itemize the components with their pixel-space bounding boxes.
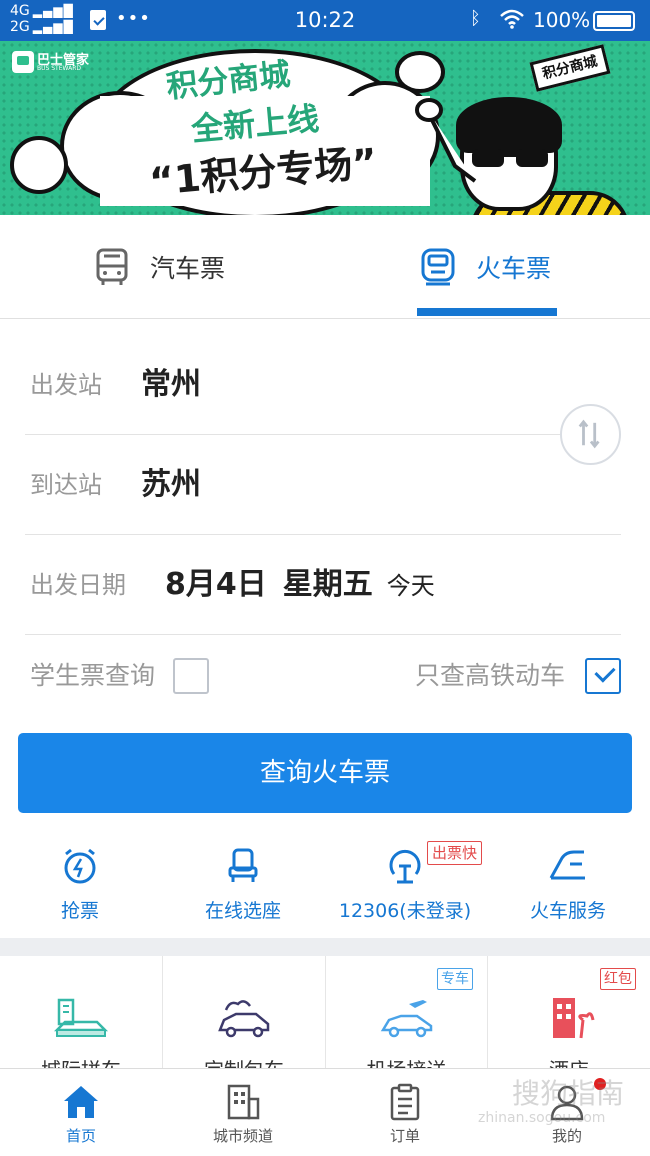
logo-subtitle: BUS STEWARD	[37, 65, 81, 72]
departure-date-row[interactable]: 出发日期 8月4日 星期五 今天	[25, 535, 621, 635]
quick-action-label: 在线选座	[204, 900, 281, 922]
search-train-tickets-button[interactable]: 查询火车票	[18, 733, 632, 813]
battery-percent: 100%	[533, 8, 591, 32]
alarm-clock-icon	[64, 848, 96, 884]
nav-label: 首页	[65, 1127, 96, 1145]
quick-action-train-service[interactable]: 火车服务	[488, 840, 648, 930]
tab-train-label: 火车票	[476, 254, 552, 283]
swap-stations-button[interactable]	[560, 404, 621, 465]
nav-home[interactable]: 首页	[0, 1069, 162, 1156]
service-charter-car[interactable]: 定制包车	[163, 956, 326, 1071]
student-ticket-checkbox[interactable]	[173, 658, 209, 694]
bus-logo-icon	[12, 51, 34, 73]
puff-cloud	[395, 51, 445, 93]
service-hotel[interactable]: 红包 酒店	[488, 956, 650, 1071]
nav-city-channel[interactable]: 城市频道	[162, 1069, 324, 1156]
active-tab-indicator	[417, 308, 557, 316]
today-label: 今天	[386, 572, 435, 600]
nav-label: 订单	[389, 1127, 420, 1145]
arrival-station-row[interactable]: 到达站 苏州	[25, 435, 621, 535]
hotel-icon	[553, 998, 595, 1039]
private-car-badge: 专车	[437, 968, 473, 990]
character-arm	[415, 98, 477, 183]
departure-station-label: 出发站	[30, 371, 102, 399]
swap-arrows-icon	[578, 419, 600, 449]
bus-icon	[96, 248, 128, 285]
city-icon	[227, 1084, 260, 1120]
highspeed-only-label: 只查高铁动车	[415, 661, 566, 690]
promo-banner[interactable]: 巴士管家 BUS STEWARD 积分商城 全新上线 “1积分专场” 积分商城	[0, 41, 650, 215]
quick-action-label: 12306(未登录)	[338, 900, 472, 922]
weekday-value: 星期五	[282, 567, 373, 602]
train-service-icon	[549, 850, 585, 880]
date-value: 8月4日	[165, 567, 267, 602]
ticket-type-tabs: 汽车票 火车票	[0, 215, 650, 319]
tab-train-ticket[interactable]: 火车票	[418, 215, 551, 319]
railway-icon	[389, 849, 421, 884]
quick-action-label: 抢票	[60, 900, 99, 922]
student-ticket-label: 学生票查询	[30, 661, 156, 690]
bus-steward-logo: 巴士管家 BUS STEWARD	[12, 49, 92, 75]
battery-icon	[593, 11, 635, 31]
departure-station-value[interactable]: 常州	[141, 335, 201, 435]
watermark-text: 搜狗指南	[512, 1077, 625, 1110]
points-mall-sign: 积分商城	[529, 44, 611, 92]
order-icon	[390, 1083, 420, 1121]
watermark-url: zhinan.sogou.com	[478, 1110, 606, 1126]
section-separator	[0, 938, 650, 956]
arrival-station-label: 到达站	[30, 471, 102, 499]
red-envelope-badge: 红包	[600, 968, 636, 990]
carousel-dot[interactable]	[396, 183, 408, 195]
departure-station-row[interactable]: 出发站 常州	[25, 335, 621, 435]
charter-car-icon	[218, 1000, 270, 1038]
nav-label: 我的	[551, 1127, 582, 1145]
seat-icon	[228, 848, 258, 882]
departure-date-label: 出发日期	[30, 571, 126, 599]
service-city-carpool[interactable]: 城际拼车	[0, 956, 163, 1071]
nav-orders[interactable]: 订单	[324, 1069, 486, 1156]
fast-ticket-badge: 出票快	[427, 841, 483, 865]
tab-bus-label: 汽车票	[150, 254, 226, 283]
home-icon	[64, 1086, 98, 1118]
airport-transfer-icon	[380, 1000, 432, 1038]
bluetooth-icon: ᛒ	[470, 8, 481, 29]
quick-action-label: 火车服务	[529, 900, 606, 922]
carousel-dot[interactable]	[366, 183, 378, 195]
tab-bus-ticket[interactable]: 汽车票	[92, 215, 225, 319]
status-bar: 4G ▂▄▆█ 2G ▂▄▆█ ••• 10:22 ᛒ 100%	[0, 0, 650, 41]
departure-date-value[interactable]: 8月4日 星期五 今天	[165, 535, 435, 639]
wifi-icon	[500, 9, 524, 29]
quick-action-grab-ticket[interactable]: 抢票	[0, 840, 160, 930]
puff-cloud	[10, 136, 68, 194]
highspeed-only-checkbox[interactable]	[585, 658, 621, 694]
quick-action-seat-selection[interactable]: 在线选座	[163, 840, 323, 930]
nav-label: 城市频道	[212, 1127, 273, 1145]
city-carpool-icon	[53, 998, 109, 1037]
arrival-station-value[interactable]: 苏州	[141, 435, 201, 535]
train-icon	[421, 248, 455, 286]
service-airport-transfer[interactable]: 专车 机场接送	[326, 956, 488, 1071]
